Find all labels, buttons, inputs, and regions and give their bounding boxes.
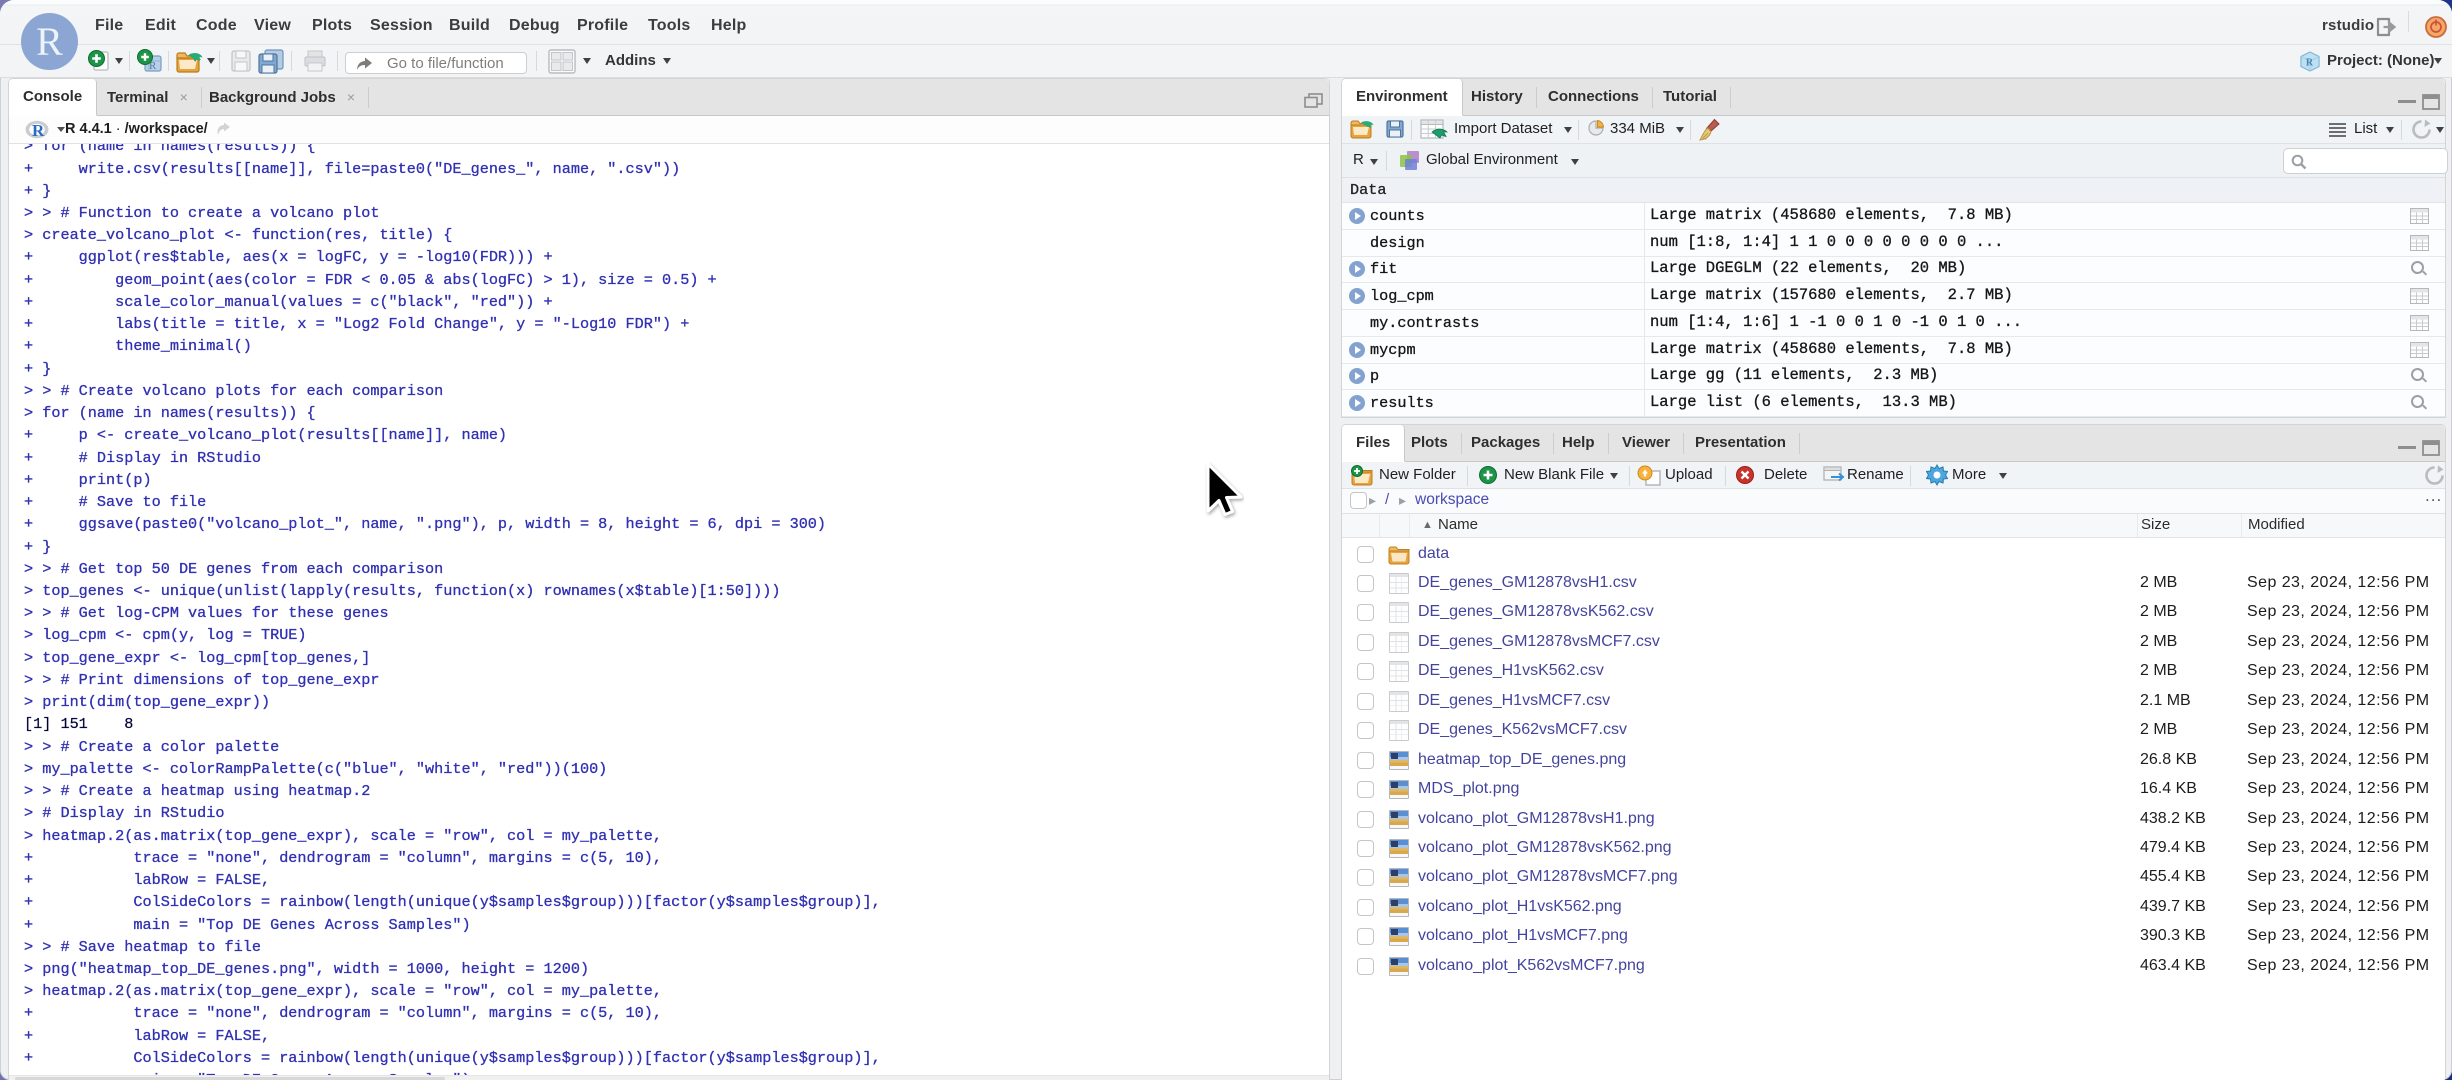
svg-text:R: R	[32, 121, 45, 139]
svg-text:R: R	[36, 19, 63, 64]
svg-text:R: R	[2306, 58, 2314, 69]
